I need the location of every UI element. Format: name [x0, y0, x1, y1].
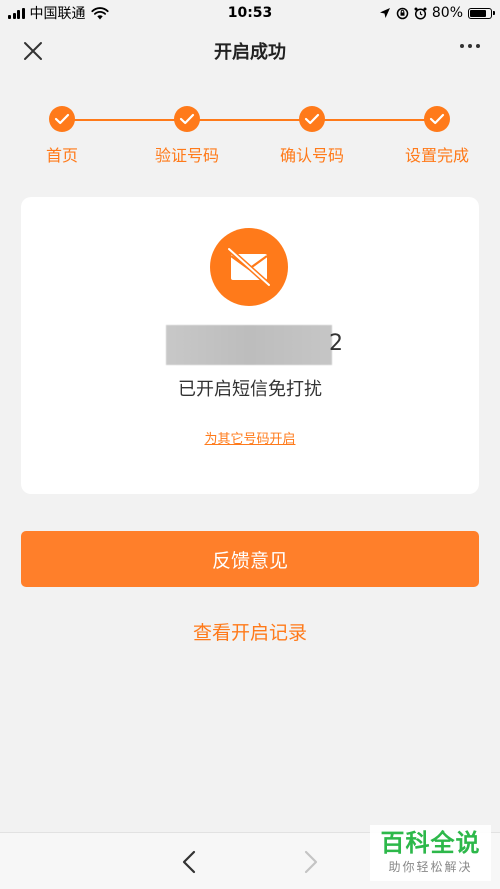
step-label: 验证号码 — [154, 146, 219, 165]
watermark-subtitle: 助你轻松解决 — [388, 860, 473, 875]
masked-phone-number — [166, 325, 332, 365]
step-confirm: 确认号码 — [252, 106, 372, 166]
status-time: 10:53 — [227, 5, 273, 21]
check-icon — [174, 106, 200, 132]
result-card: 2 已开启短信免打扰 为其它号码开启 — [21, 197, 479, 494]
step-done: 设置完成 — [377, 106, 497, 166]
carrier-name: 中国联通 — [29, 6, 86, 22]
battery-percent: 80% — [431, 5, 463, 21]
close-icon[interactable] — [20, 38, 46, 64]
phone-last-digit: 2 — [329, 331, 343, 356]
progress-steps: 首页 验证号码 确认号码 设置完成 — [0, 106, 500, 166]
page-title: 开启成功 — [214, 42, 286, 63]
status-text: 已开启短信免打扰 — [178, 379, 322, 400]
enable-other-number-link[interactable]: 为其它号码开启 — [21, 428, 479, 447]
nav-bar: 开启成功 — [0, 26, 500, 76]
step-verify: 验证号码 — [127, 106, 247, 166]
status-left: 中国联通 — [8, 3, 109, 23]
back-icon[interactable] — [178, 849, 200, 875]
check-icon — [424, 106, 450, 132]
location-icon — [379, 8, 390, 18]
mail-blocked-icon — [210, 228, 288, 306]
step-label: 确认号码 — [279, 146, 344, 165]
status-right: 80% — [379, 5, 495, 21]
feedback-button[interactable]: 反馈意见 — [21, 531, 479, 587]
signal-icon — [8, 7, 25, 19]
more-icon[interactable] — [460, 44, 480, 48]
check-icon — [299, 106, 325, 132]
alarm-icon — [414, 7, 427, 20]
battery-icon — [468, 7, 495, 19]
wifi-icon — [90, 6, 109, 19]
battery-level — [470, 9, 486, 17]
step-home: 首页 — [2, 106, 122, 166]
rotation-lock-icon — [396, 7, 409, 19]
status-bar: 中国联通 10:53 80% — [0, 0, 500, 26]
step-label: 首页 — [45, 146, 78, 165]
watermark-title: 百科全说 — [380, 828, 481, 857]
watermark-logo: 百科全说 助你轻松解决 — [370, 825, 491, 881]
step-label: 设置完成 — [404, 146, 469, 165]
forward-icon[interactable] — [300, 849, 322, 875]
check-icon — [49, 106, 75, 132]
view-record-link[interactable]: 查看开启记录 — [0, 618, 500, 645]
